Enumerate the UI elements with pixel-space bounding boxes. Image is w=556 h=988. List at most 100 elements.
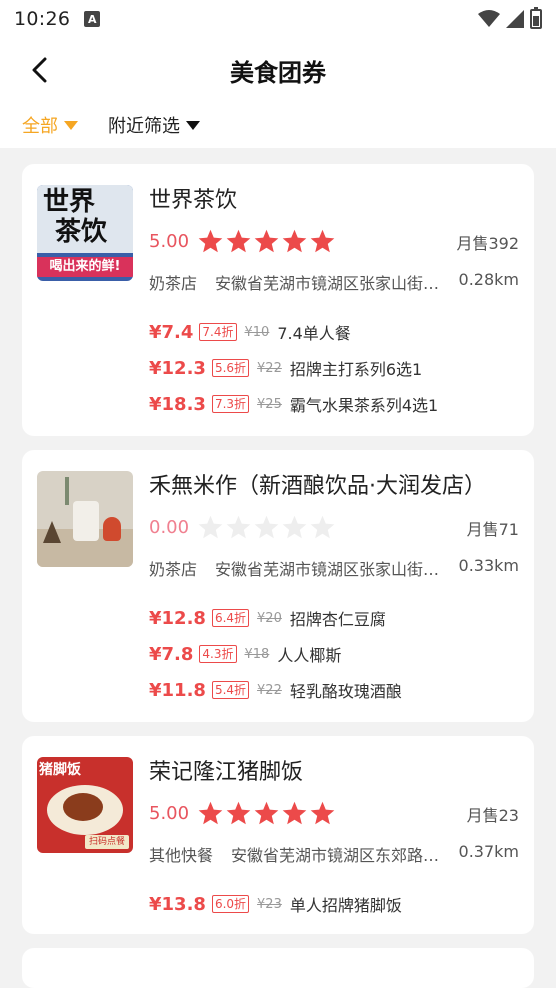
shop-thumbnail [37,471,133,567]
star-icon [310,801,335,825]
deal-name: 人人椰斯 [277,646,342,665]
star-icon [198,515,223,539]
star-icon [282,801,307,825]
status-bar: 10:26 A [0,0,556,38]
caret-down-icon [186,120,200,130]
deal-price: ¥18.3 [149,393,206,415]
shop-name: 荣记隆江猪脚饭 [149,760,304,785]
shop-category: 奶茶店 [149,560,198,579]
shop-meta: 奶茶店 安徽省芜湖市镜湖区张家山街道… 0.33km [149,556,519,580]
deal-list: ¥7.4 7.4折 ¥10 7.4单人餐 ¥12.3 5.6折 ¥22 招牌主打… [149,314,438,422]
filter-nearby-dropdown[interactable]: 附近筛选 [108,112,200,138]
deal-item[interactable]: ¥13.8 6.0折 ¥23 单人招牌猪脚饭 [149,886,402,922]
star-rating [197,800,337,827]
deal-name: 7.4单人餐 [277,324,351,343]
original-price: ¥20 [257,610,282,626]
star-icon [198,801,223,825]
original-price: ¥25 [257,396,282,412]
discount-badge: 4.3折 [199,645,237,663]
star-icon [254,229,279,253]
filter-all-tab[interactable]: 全部 [22,112,78,138]
star-icon [254,515,279,539]
deal-price: ¥7.4 [149,321,194,343]
original-price: ¥22 [257,682,282,698]
rating-row: 0.00 [149,514,337,541]
thumb-banner: 喝出来的鲜! [37,257,133,277]
filter-all-label: 全部 [22,116,58,137]
thumb-text: 世界 [43,187,96,217]
deal-item[interactable]: ¥12.8 6.4折 ¥20 招牌杏仁豆腐 [149,600,402,636]
status-time: 10:26 [14,8,71,30]
shop-card[interactable]: 猪脚饭 扫码点餐 荣记隆江猪脚饭 5.00 月售23 其他快餐 安徽省芜湖市镜湖… [22,736,534,934]
deal-item[interactable]: ¥7.4 7.4折 ¥10 7.4单人餐 [149,314,438,350]
rating-row: 5.00 [149,800,337,827]
filter-bar: 全部 附近筛选 [0,102,556,148]
original-price: ¥22 [257,360,282,376]
discount-badge: 7.3折 [211,395,250,413]
deal-item[interactable]: ¥11.8 5.4折 ¥22 轻乳酪玫瑰酒酿 [149,672,402,708]
shop-name: 世界茶饮 [149,188,238,213]
discount-badge: 5.4折 [211,681,250,699]
deal-item[interactable]: ¥12.3 5.6折 ¥22 招牌主打系列6选1 [149,350,438,386]
shop-list: 世界 茶饮 喝出来的鲜! 世界茶饮 5.00 月售392 奶茶店 安徽省芜湖市镜… [22,164,534,988]
deal-name: 招牌杏仁豆腐 [289,610,386,629]
rating-value: 5.00 [149,231,190,252]
star-icon [198,229,223,253]
monthly-sales: 月售392 [456,234,519,253]
star-icon [254,801,279,825]
caret-down-icon [64,120,78,130]
star-icon [310,515,335,539]
deal-item[interactable]: ¥18.3 7.3折 ¥25 霸气水果茶系列4选1 [149,386,438,422]
discount-badge: 6.0折 [211,895,250,913]
star-icon [226,515,251,539]
discount-badge: 7.4折 [199,323,237,341]
page-title: 美食团券 [230,58,326,87]
shop-category: 其他快餐 [149,846,214,865]
shop-thumbnail: 猪脚饭 扫码点餐 [37,757,133,853]
rating-value: 5.00 [149,803,190,824]
original-price: ¥10 [244,324,270,340]
shop-distance: 0.28km [458,270,519,289]
shop-address: 安徽省芜湖市镜湖区东郊路… [231,846,440,865]
shop-card[interactable]: 世界 茶饮 喝出来的鲜! 世界茶饮 5.00 月售392 奶茶店 安徽省芜湖市镜… [22,164,534,436]
star-icon [310,229,335,253]
back-button[interactable] [24,54,56,86]
discount-badge: 6.4折 [211,609,250,627]
shop-thumbnail: 世界 茶饮 喝出来的鲜! [37,185,133,281]
filter-nearby-label: 附近筛选 [108,116,180,137]
deal-price: ¥13.8 [149,893,206,915]
battery-icon [530,7,542,29]
star-rating [197,514,337,541]
shop-distance: 0.33km [458,556,519,575]
deal-price: ¥11.8 [149,679,206,701]
deal-list: ¥13.8 6.0折 ¥23 单人招牌猪脚饭 [149,886,402,922]
monthly-sales: 月售23 [466,806,519,825]
deal-item[interactable]: ¥7.8 4.3折 ¥18 人人椰斯 [149,636,402,672]
deal-name: 轻乳酪玫瑰酒酿 [289,682,402,701]
wifi-icon [478,10,500,27]
deal-name: 单人招牌猪脚饭 [289,896,402,915]
header: 美食团券 [0,38,556,102]
thumb-text: 猪脚饭 [39,762,81,778]
shop-meta: 其他快餐 安徽省芜湖市镜湖区东郊路… 0.37km [149,842,519,866]
deal-name: 霸气水果茶系列4选1 [289,396,439,415]
shop-category: 奶茶店 [149,274,198,293]
deal-list: ¥12.8 6.4折 ¥20 招牌杏仁豆腐 ¥7.8 4.3折 ¥18 人人椰斯… [149,600,402,708]
original-price: ¥18 [244,646,270,662]
shop-address: 安徽省芜湖市镜湖区张家山街道… [215,274,445,293]
deal-price: ¥12.3 [149,357,206,379]
deal-price: ¥12.8 [149,607,206,629]
monthly-sales: 月售71 [466,520,519,539]
discount-badge: 5.6折 [211,359,250,377]
star-icon [226,229,251,253]
star-rating [197,228,337,255]
shop-name: 禾無米作（新酒酿饮品·大润发店） [149,474,486,499]
thumb-badge: 扫码点餐 [85,835,129,849]
star-icon [226,801,251,825]
rating-value: 0.00 [149,517,190,538]
chevron-left-icon [32,57,47,83]
status-icons [478,7,542,29]
shop-card[interactable] [22,948,534,988]
signal-icon [506,10,524,28]
shop-card[interactable]: 禾無米作（新酒酿饮品·大润发店） 0.00 月售71 奶茶店 安徽省芜湖市镜湖区… [22,450,534,722]
